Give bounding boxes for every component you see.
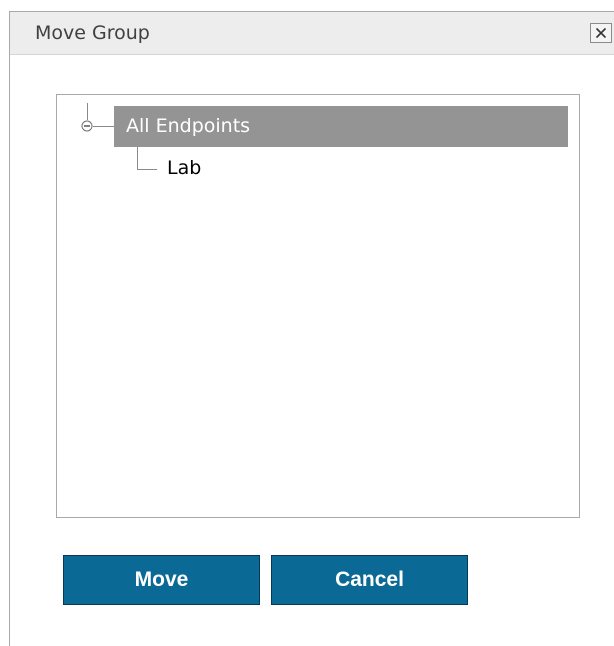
tree-node-label: All Endpoints (126, 115, 251, 137)
dialog-title: Move Group (35, 22, 150, 44)
move-button[interactable]: Move (63, 555, 260, 605)
close-button[interactable] (590, 23, 612, 43)
tree-node-label: Lab (167, 157, 202, 179)
collapse-minus-icon[interactable] (81, 120, 93, 132)
dialog-titlebar: Move Group (10, 12, 614, 55)
tree-node-lab[interactable]: Lab (161, 150, 207, 184)
page: Move Group All Endpoints Lab Move Cancel (0, 0, 614, 646)
cancel-button[interactable]: Cancel (271, 555, 468, 605)
move-group-dialog: Move Group All Endpoints Lab Move Cancel (9, 11, 614, 646)
tree-node-all-endpoints[interactable]: All Endpoints (114, 106, 568, 147)
close-icon (595, 27, 607, 39)
group-tree: All Endpoints Lab (56, 94, 580, 518)
